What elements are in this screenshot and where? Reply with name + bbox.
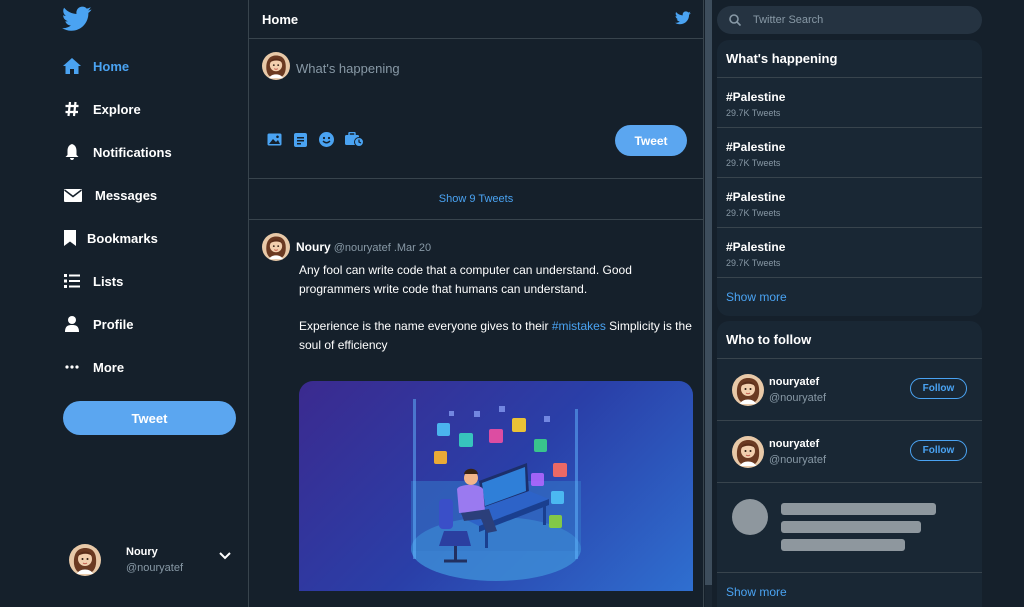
nav-explore[interactable]: Explore (62, 97, 141, 121)
trend-count: 29.7K Tweets (726, 108, 781, 118)
more-dots-icon (62, 357, 82, 377)
trend-count: 29.7K Tweets (726, 258, 781, 268)
tweet-card[interactable]: Noury @nouryatef .Mar 20 Any fool can wr… (249, 220, 703, 607)
nav-home[interactable]: Home (62, 54, 129, 78)
trends-panel: What's happening #Palestine 29.7K Tweets… (717, 40, 982, 316)
follow-button[interactable]: Follow (910, 378, 967, 399)
home-icon (62, 56, 82, 76)
user-icon (62, 314, 82, 334)
avatar[interactable] (732, 374, 764, 406)
account-switcher[interactable]: Noury @nouryatef (69, 542, 239, 578)
nav-label: Explore (93, 101, 141, 117)
placeholder-avatar (732, 499, 768, 535)
nav-messages[interactable]: Messages (62, 183, 157, 207)
follow-handle: @nouryatef (769, 392, 827, 404)
nav-label: Profile (93, 316, 134, 332)
account-names: Noury @nouryatef (126, 546, 183, 574)
trend-item[interactable]: #Palestine 29.7K Tweets (717, 178, 982, 228)
trend-count: 29.7K Tweets (726, 158, 781, 168)
account-handle: @nouryatef (126, 562, 184, 574)
twitter-bird-icon[interactable] (62, 6, 92, 34)
list-icon (62, 271, 82, 291)
tweet-paragraph: Experience is the name everyone gives to… (299, 317, 699, 355)
trends-title: What's happening (717, 40, 982, 78)
trend-item[interactable]: #Palestine 29.7K Tweets (717, 78, 982, 128)
image-icon[interactable] (266, 131, 283, 148)
follow-suggestion[interactable]: nouryatef @nouryatef Follow (717, 421, 982, 483)
account-name: Noury (126, 546, 158, 558)
loading-placeholder (717, 483, 982, 573)
avatar (69, 544, 101, 576)
nav-label: Home (93, 58, 130, 74)
compose-box: Tweet (249, 39, 703, 179)
tweet-text-segment: Experience is the name everyone gives to… (299, 319, 552, 333)
placeholder-line (781, 503, 936, 515)
tweet-text: Any fool can write code that a computer … (299, 261, 699, 373)
envelope-icon (62, 185, 84, 205)
trend-tag: #Palestine (726, 190, 786, 204)
show-new-tweets: Show 9 Tweets (249, 179, 703, 220)
trend-item[interactable]: #Palestine 29.7K Tweets (717, 228, 982, 278)
tweet-meta: Noury @nouryatef .Mar 20 (296, 240, 431, 254)
follow-handle: @nouryatef (769, 454, 827, 466)
tweet-author-name[interactable]: Noury (296, 240, 331, 254)
hashtag-icon (62, 99, 82, 119)
bookmark-icon (62, 228, 77, 248)
search-input[interactable] (753, 14, 953, 26)
nav-label: Messages (95, 187, 158, 203)
nav-lists[interactable]: Lists (62, 269, 123, 293)
chevron-down-icon[interactable] (219, 547, 231, 565)
compose-tweet-button[interactable]: Tweet (615, 125, 687, 156)
follow-suggestion[interactable]: nouryatef @nouryatef Follow (717, 359, 982, 421)
nav-label: Lists (93, 273, 124, 289)
nav-profile[interactable]: Profile (62, 312, 133, 336)
avatar[interactable] (732, 436, 764, 468)
follow-name: nouryatef (769, 376, 820, 388)
trend-tag: #Palestine (726, 90, 786, 104)
tweet-handle-date: @nouryatef .Mar 20 (333, 242, 432, 254)
show-new-tweets-link[interactable]: Show 9 Tweets (439, 193, 513, 205)
sidebar-tweet-button[interactable]: Tweet (63, 401, 236, 435)
page-title: Home (262, 12, 299, 27)
nav-label: Bookmarks (87, 230, 158, 246)
follow-show-more[interactable]: Show more (717, 573, 982, 607)
tweet-paragraph: Any fool can write code that a computer … (299, 263, 632, 296)
nav-more[interactable]: More (62, 355, 124, 379)
nav-notifications[interactable]: Notifications (62, 140, 172, 164)
nav-bookmarks[interactable]: Bookmarks (62, 226, 158, 250)
schedule-icon[interactable] (344, 131, 364, 148)
follow-title: Who to follow (717, 321, 982, 359)
timeline-header: Home (249, 0, 703, 39)
nav-label: More (93, 359, 125, 375)
who-to-follow-panel: Who to follow nouryatef @nouryatef Follo… (717, 321, 982, 607)
nav-label: Notifications (93, 144, 172, 160)
gif-icon[interactable] (292, 131, 309, 148)
scrollbar-thumb[interactable] (705, 0, 712, 585)
search-bar[interactable] (717, 6, 982, 34)
main-timeline: Home Tweet Show 9 Tweets N (248, 0, 704, 607)
trend-tag: #Palestine (726, 240, 786, 254)
placeholder-line (781, 521, 921, 533)
tweet-media-image[interactable] (299, 381, 693, 591)
follow-button[interactable]: Follow (910, 440, 967, 461)
hashtag-link[interactable]: #mistakes (552, 319, 606, 333)
search-icon (729, 14, 741, 26)
left-sidebar: Home Explore Notifications Messages Book… (0, 0, 248, 607)
compose-input[interactable] (296, 57, 676, 79)
follow-name: nouryatef (769, 438, 820, 450)
sparkle-twitter-icon[interactable] (675, 11, 691, 30)
placeholder-line (781, 539, 905, 551)
trend-count: 29.7K Tweets (726, 208, 781, 218)
compose-toolbar (266, 131, 364, 148)
bell-icon (62, 142, 82, 162)
trend-tag: #Palestine (726, 140, 786, 154)
avatar[interactable] (262, 233, 290, 261)
trends-show-more[interactable]: Show more (717, 278, 982, 316)
avatar (262, 52, 290, 80)
trend-item[interactable]: #Palestine 29.7K Tweets (717, 128, 982, 178)
emoji-icon[interactable] (318, 131, 335, 148)
